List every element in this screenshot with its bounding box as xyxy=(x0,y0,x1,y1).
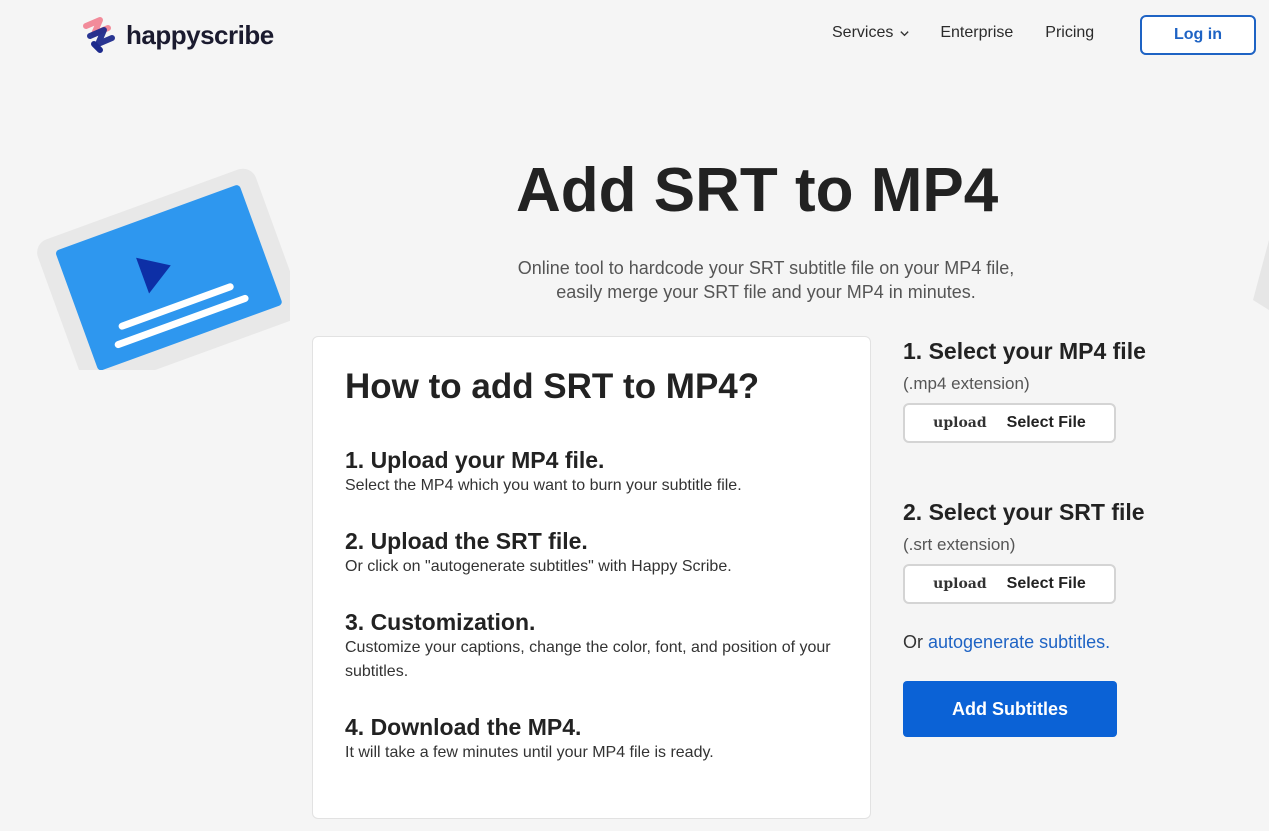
howto-title: How to add SRT to MP4? xyxy=(345,367,760,406)
login-button[interactable]: Log in xyxy=(1140,15,1256,55)
autogenerate-subtitles-link[interactable]: autogenerate subtitles. xyxy=(928,632,1110,652)
select-file-label: Select File xyxy=(1006,414,1086,431)
step-description: Select the MP4 which you want to burn yo… xyxy=(345,477,742,494)
howto-step: 2. Upload the SRT file. Or click on "aut… xyxy=(345,528,838,579)
step-title: 3. Customization. xyxy=(345,609,536,635)
step-description: Customize your captions, change the colo… xyxy=(345,639,831,680)
step-title: 1. Upload your MP4 file. xyxy=(345,447,605,473)
upload-icon: upload xyxy=(933,415,987,431)
step-title: 2. Upload the SRT file. xyxy=(345,528,588,554)
upload-panel: 1. Select your MP4 file (.mp4 extension)… xyxy=(903,336,1223,737)
nav-pricing[interactable]: Pricing xyxy=(1045,24,1094,42)
step-description: Or click on "autogenerate subtitles" wit… xyxy=(345,558,732,575)
srt-select-file-button[interactable]: upload Select File xyxy=(903,564,1116,604)
site-header: happyscribe Services Enterprise Pricing … xyxy=(0,0,1269,70)
srt-select-block: 2. Select your SRT file (.srt extension)… xyxy=(903,497,1223,604)
nav-enterprise[interactable]: Enterprise xyxy=(940,24,1013,42)
brand-name: happyscribe xyxy=(126,19,274,50)
or-text: Or xyxy=(903,632,928,652)
decorative-shape xyxy=(1253,240,1269,310)
step-title: 4. Download the MP4. xyxy=(345,714,582,740)
video-subtitle-illustration xyxy=(37,168,290,370)
subtitle-line-1: Online tool to hardcode your SRT subtitl… xyxy=(517,258,1015,278)
upload-icon: upload xyxy=(933,576,987,592)
mp4-extension-hint: (.mp4 extension) xyxy=(903,374,1030,393)
main-nav: Services Enterprise Pricing xyxy=(832,24,1094,42)
srt-select-title: 2. Select your SRT file xyxy=(903,499,1145,525)
mp4-select-title: 1. Select your MP4 file xyxy=(903,338,1146,364)
step-description: It will take a few minutes until your MP… xyxy=(345,744,714,761)
select-file-label: Select File xyxy=(1006,575,1086,592)
chevron-down-icon xyxy=(900,30,910,36)
howto-step: 1. Upload your MP4 file. Select the MP4 … xyxy=(345,447,838,498)
autogenerate-line: Or autogenerate subtitles. xyxy=(903,632,1223,653)
howto-card: How to add SRT to MP4? 1. Upload your MP… xyxy=(312,336,871,819)
nav-services-label: Services xyxy=(832,24,894,41)
mp4-select-file-button[interactable]: upload Select File xyxy=(903,403,1116,443)
add-subtitles-button[interactable]: Add Subtitles xyxy=(903,681,1117,737)
page-subtitle: Online tool to hardcode your SRT subtitl… xyxy=(460,256,1072,304)
nav-services[interactable]: Services xyxy=(832,24,910,42)
page-title-text: Add SRT to MP4 xyxy=(516,156,999,225)
happyscribe-logo[interactable]: happyscribe xyxy=(78,14,274,56)
howto-step: 3. Customization. Customize your caption… xyxy=(345,609,838,684)
mp4-select-block: 1. Select your MP4 file (.mp4 extension)… xyxy=(903,336,1223,443)
happyscribe-logo-icon xyxy=(83,17,115,53)
srt-extension-hint: (.srt extension) xyxy=(903,535,1016,554)
subtitle-line-2: easily merge your SRT file and your MP4 … xyxy=(556,282,976,302)
howto-step: 4. Download the MP4. It will take a few … xyxy=(345,714,838,765)
